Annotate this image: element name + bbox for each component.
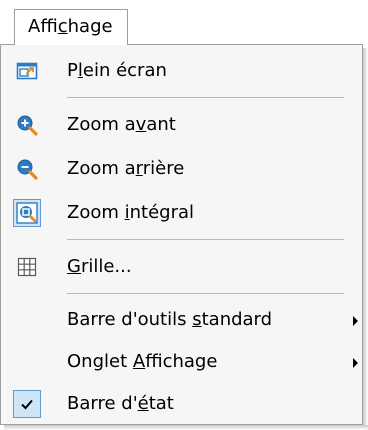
zoom-fit-icon (13, 199, 41, 227)
menu-item-standard-toolbar-label: Barre d'outils standard (67, 300, 272, 340)
menu-item-status-bar[interactable]: Barre d'état (5, 384, 360, 424)
grid-icon (13, 253, 41, 281)
menu-item-zoom-in-accel: v (135, 114, 147, 135)
menu-item-fullscreen-pre: P (67, 60, 78, 81)
menu-frame: Plein écran Zoom avant Zoom arrière Zoom… (0, 44, 363, 425)
menu-affichage[interactable]: Affichage (14, 9, 128, 45)
menu-item-status-bar-post: tat (148, 393, 174, 414)
menu-separator (67, 239, 344, 240)
fullscreen-icon (13, 57, 41, 85)
zoom-out-icon (13, 155, 41, 183)
checkmark-icon (13, 390, 41, 418)
submenu-arrow-icon (353, 316, 358, 326)
menu-shadow-right (363, 48, 368, 430)
menu-affichage-label-2: hage (67, 16, 113, 37)
menu-affichage-accel: c (57, 16, 68, 37)
menu-shadow-bottom (4, 425, 368, 430)
menu-item-standard-toolbar-accel: s (192, 309, 202, 330)
menu-item-zoom-fit-pre: Zoom (67, 202, 125, 223)
menu-item-status-bar-label: Barre d'état (67, 384, 174, 424)
menu-item-zoom-out-label: Zoom arrière (67, 149, 184, 189)
menu-item-view-tab-pre: Onglet (67, 351, 133, 372)
menu-item-status-bar-accel: é (137, 393, 149, 414)
menu-item-zoom-fit-label: Zoom intégral (67, 193, 194, 233)
menu-item-fullscreen[interactable]: Plein écran (5, 51, 360, 91)
menu-item-grid-post: rille... (80, 256, 132, 277)
menu-item-zoom-fit[interactable]: Zoom intégral (5, 193, 360, 233)
menu-bar: Affichage (0, 0, 368, 45)
menu-item-standard-toolbar-pre: Barre d'outils (67, 309, 193, 330)
menu-item-standard-toolbar-post: tandard (201, 309, 273, 330)
menu-item-fullscreen-label: Plein écran (67, 51, 167, 91)
menu-separator (67, 293, 344, 294)
menu-item-view-tab-label: Onglet Affichage (67, 342, 217, 382)
menu-item-zoom-in-label: Zoom avant (67, 105, 176, 145)
menu-affichage-label-1: Affi (28, 16, 58, 37)
menu-item-view-tab[interactable]: Onglet Affichage (5, 342, 360, 382)
menu-item-zoom-fit-post: ntégral (129, 202, 195, 223)
submenu-arrow-icon (353, 358, 358, 368)
menu-separator (67, 97, 344, 98)
menu-item-zoom-out-pre: Zoom a (67, 158, 136, 179)
menu-item-zoom-out-accel: r (135, 158, 143, 179)
menu-item-fullscreen-post: ein écran (82, 60, 167, 81)
menu-item-zoom-out-post: rière (142, 158, 185, 179)
menu-item-view-tab-accel: A (132, 351, 146, 372)
dropdown-menu: Plein écran Zoom avant Zoom arrière Zoom… (0, 44, 368, 430)
menu-item-grid-label: Grille... (67, 247, 132, 287)
menu-item-zoom-in[interactable]: Zoom avant (5, 105, 360, 145)
menu-item-view-tab-post: ffichage (145, 351, 218, 372)
menu-item-grid[interactable]: Grille... (5, 247, 360, 287)
menu-item-zoom-out[interactable]: Zoom arrière (5, 149, 360, 189)
zoom-in-icon (13, 111, 41, 139)
menu-item-standard-toolbar[interactable]: Barre d'outils standard (5, 300, 360, 340)
menu-item-status-bar-pre: Barre d' (67, 393, 138, 414)
menu-item-grid-accel: G (67, 256, 81, 277)
menu-item-zoom-in-pre: Zoom a (67, 114, 136, 135)
menu-item-zoom-in-post: ant (146, 114, 176, 135)
